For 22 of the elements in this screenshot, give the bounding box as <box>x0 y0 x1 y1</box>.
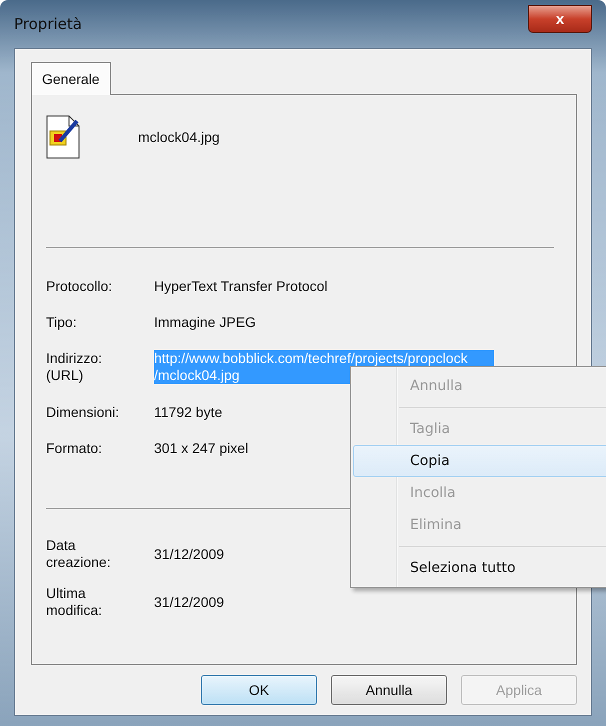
dialog-button[interactable]: Annulla <box>331 675 447 705</box>
menu-item[interactable]: Copia <box>353 445 606 477</box>
date-value: 31/12/2009 <box>154 546 226 562</box>
property-value: Immagine JPEG <box>154 314 257 330</box>
date-value: 31/12/2009 <box>154 594 226 610</box>
property-label: Indirizzo: (URL) <box>46 350 104 384</box>
image-file-icon <box>46 115 80 159</box>
date-label: Data creazione: <box>46 537 112 571</box>
close-button[interactable]: x <box>528 5 592 33</box>
file-name: mclock04.jpg <box>138 129 220 145</box>
window-title: Proprietà <box>14 15 82 33</box>
property-value: HyperText Transfer Protocol <box>154 278 329 294</box>
date-label: Ultima modifica: <box>46 585 104 619</box>
property-label: Dimensioni: <box>46 404 120 420</box>
tab[interactable]: Generale <box>31 62 111 95</box>
property-value: 301 x 247 pixel <box>154 440 250 456</box>
property-label: Protocollo: <box>46 278 114 294</box>
menu-item[interactable]: Seleziona tutto <box>353 552 606 584</box>
property-label: Tipo: <box>46 314 78 330</box>
dialog-button[interactable]: OK <box>201 675 317 705</box>
property-value: 11792 byte <box>154 404 224 420</box>
property-label: Formato: <box>46 440 104 456</box>
